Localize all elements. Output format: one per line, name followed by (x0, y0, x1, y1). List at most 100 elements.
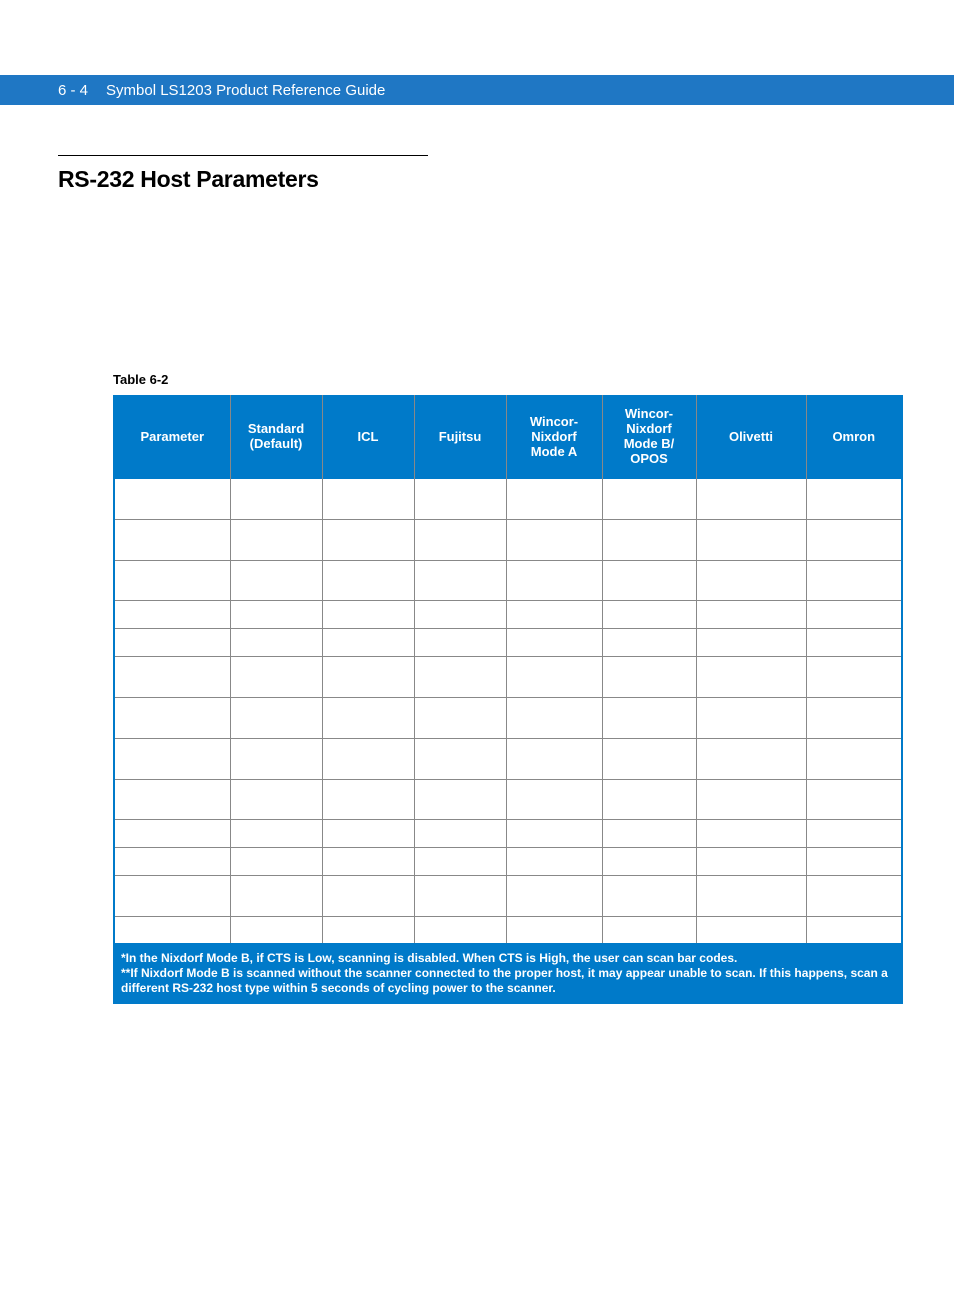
param-name-cell: Transmit Code ID (114, 479, 230, 519)
param-value-cell: CR (1013) (602, 560, 696, 600)
table-row: Software HandshakingNoneNoneNoneNoneNone… (114, 697, 902, 738)
table-wrapper: Table 6-2 Terminal Specific RS-232 Param… (113, 372, 896, 1004)
section-title: RS-232 Host Parameters (58, 166, 896, 193)
param-value-cell: Yes (696, 479, 806, 519)
param-value-cell: Disable (414, 847, 506, 875)
param-name-cell: Prefix (114, 916, 230, 944)
param-value-cell: 9600 (230, 600, 322, 628)
param-value-cell: None (506, 697, 602, 738)
param-name-cell: Beep On <BEL> (114, 847, 230, 875)
param-value-cell: None (806, 656, 902, 697)
param-value-cell: None (602, 697, 696, 738)
param-value-cell: None (506, 916, 602, 944)
param-value-cell: 9600 (806, 600, 902, 628)
table-footnote-cell: *In the Nixdorf Mode B, if CTS is Low, s… (114, 944, 902, 1003)
param-value-cell: High (322, 875, 414, 916)
param-value-cell: ETX (1002) (696, 560, 806, 600)
param-name-cell: Hardware Handshaking (114, 656, 230, 697)
col-header-standard: Standard (Default) (230, 395, 322, 479)
param-value-cell: One (322, 779, 414, 819)
parameters-table: Parameter Standard (Default) ICL Fujitsu… (113, 395, 903, 1004)
intro-paragraph-1: Various RS-232 hosts are set up with the… (58, 229, 896, 270)
footnote-2: **If Nixdorf Mode B is scanned without t… (121, 966, 895, 996)
param-value-cell: Low (506, 875, 602, 916)
param-value-cell: None (414, 916, 506, 944)
param-value-cell: 8-Bit (230, 819, 322, 847)
param-value-cell: Even (696, 628, 806, 656)
col-header-parameter: Parameter (114, 395, 230, 479)
param-name-cell: Software Handshaking (114, 697, 230, 738)
table-row: Data Transmission FormatData as isData/S… (114, 519, 902, 560)
param-value-cell: Disable (322, 847, 414, 875)
param-value-cell: Low (414, 875, 506, 916)
table-row: Baud Rate9600960096009600960096009600 (114, 600, 902, 628)
param-value-cell: Yes (414, 479, 506, 519)
col-header-omron: Omron (806, 395, 902, 479)
param-value-cell: High (806, 875, 902, 916)
table-row: PrefixNoneNoneNoneNoneNoneSTX (1003)None (114, 916, 902, 944)
param-value-cell: None (230, 628, 322, 656)
param-value-cell: One (602, 779, 696, 819)
param-value-cell: None (602, 916, 696, 944)
param-value-cell: RTS/CTS Option 3 (506, 656, 602, 697)
col-header-wincor-b: Wincor-Nixdorf Mode B/ OPOS (602, 395, 696, 479)
param-value-cell: None (806, 697, 902, 738)
param-value-cell: Disable (506, 847, 602, 875)
param-name-cell: ASCII Format (114, 819, 230, 847)
footnote-1: *In the Nixdorf Mode B, if CTS is Low, s… (121, 951, 895, 966)
param-value-cell: Disable (602, 847, 696, 875)
param-value-cell: Yes (506, 479, 602, 519)
param-value-cell: 9.9 Sec. (602, 738, 696, 779)
param-value-cell: None (230, 656, 322, 697)
table-caption-title: Terminal Specific RS-232 (178, 372, 324, 387)
param-value-cell: Disable (806, 847, 902, 875)
param-value-cell: 8-Bit (806, 819, 902, 847)
param-name-cell: Data Transmission Format (114, 519, 230, 560)
param-value-cell: None (806, 916, 902, 944)
param-name-cell: RTS Line State (114, 875, 230, 916)
param-value-cell: Odd (506, 628, 602, 656)
param-value-cell: 9.9 Sec. (806, 738, 902, 779)
param-value-cell: CR (1013) (506, 560, 602, 600)
param-value-cell: STX (1003) (696, 916, 806, 944)
param-value-cell: One (506, 779, 602, 819)
param-value-cell: 9600 (322, 600, 414, 628)
param-name-cell: Baud Rate (114, 600, 230, 628)
param-value-cell: 9600 (414, 600, 506, 628)
table-row: Transmit Code IDNoYesYesYesYesYesYes (114, 479, 902, 519)
param-value-cell: One (806, 779, 902, 819)
param-value-cell: Ack/Nak (696, 697, 806, 738)
table-caption: Table 6-2 Terminal Specific RS-232 (113, 372, 896, 387)
page-content: RS-232 Host Parameters Various RS-232 ho… (0, 105, 954, 1004)
param-value-cell: None (414, 656, 506, 697)
guide-title: Symbol LS1203 Product Reference Guide (106, 82, 385, 99)
param-value-cell: 2 Sec. (414, 738, 506, 779)
table-row: RTS Line StateLowHighLowLowLow = No data… (114, 875, 902, 916)
table-head: Parameter Standard (Default) ICL Fujitsu… (114, 395, 902, 479)
param-value-cell: Low (230, 875, 322, 916)
param-name-cell: Serial Response Time-out (114, 738, 230, 779)
param-value-cell: None (696, 656, 806, 697)
param-value-cell: None (322, 697, 414, 738)
param-value-cell: 8-Bit (322, 819, 414, 847)
param-value-cell: 8-Bit (506, 819, 602, 847)
param-value-cell: Data as is (230, 519, 322, 560)
param-value-cell: CR (1013) (322, 560, 414, 600)
page-header: 6 - 4 Symbol LS1203 Product Reference Gu… (0, 75, 954, 105)
param-value-cell: 8-Bit (414, 819, 506, 847)
col-header-wincor-a: Wincor-Nixdorf Mode A (506, 395, 602, 479)
param-value-cell: 9600 (696, 600, 806, 628)
param-value-cell: No (230, 479, 322, 519)
param-value-cell: Odd (602, 628, 696, 656)
table-row: Beep On <BEL>DisableDisableDisableDisabl… (114, 847, 902, 875)
param-value-cell: Low (696, 875, 806, 916)
table-row: ASCII Format8-Bit8-Bit8-Bit8-Bit8-Bit7-B… (114, 819, 902, 847)
param-value-cell: Yes (322, 479, 414, 519)
col-header-olivetti: Olivetti (696, 395, 806, 479)
param-value-cell: RTS/CTS Option 3 (322, 656, 414, 697)
param-value-cell: Low = No data to send (602, 875, 696, 916)
param-value-cell: 9600 (506, 600, 602, 628)
param-value-cell: None (230, 916, 322, 944)
table-footnotes: *In the Nixdorf Mode B, if CTS is Low, s… (114, 944, 902, 1003)
param-value-cell: 7-Bit (696, 819, 806, 847)
